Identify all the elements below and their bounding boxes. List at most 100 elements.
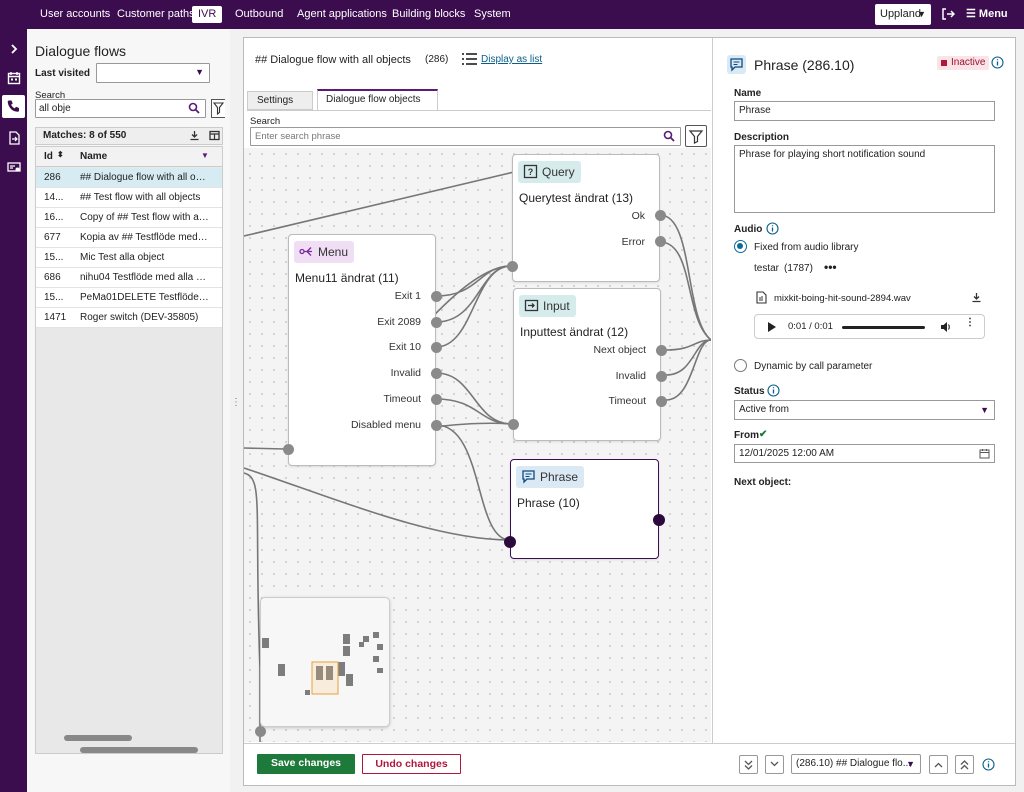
panel-splitter[interactable]: ⋮: [231, 398, 241, 416]
search-icon[interactable]: [188, 102, 200, 114]
info-icon[interactable]: [991, 56, 1004, 69]
input-icon: [524, 299, 539, 312]
info-icon[interactable]: [767, 384, 780, 397]
input-node[interactable]: Input Inputtest ändrat (12) Next object …: [508, 288, 667, 441]
from-date-input[interactable]: 12/01/2025 12:00 AM: [734, 444, 995, 463]
calendar-icon[interactable]: [979, 448, 990, 459]
double-chevron-up-icon[interactable]: [955, 755, 974, 774]
list-icon[interactable]: [461, 52, 479, 66]
search-input[interactable]: all obje: [35, 99, 206, 118]
query-port-in[interactable]: [507, 261, 518, 272]
player-more-icon[interactable]: ⋮: [965, 318, 975, 328]
tab-dialogue-flow-objects[interactable]: Dialogue flow objects: [317, 89, 438, 110]
info-icon[interactable]: [766, 222, 779, 235]
save-changes-button[interactable]: Save changes: [257, 754, 355, 774]
nav-customer-paths[interactable]: Customer paths: [111, 6, 201, 23]
display-as-list-link[interactable]: Display as list: [481, 54, 542, 65]
volume-icon[interactable]: [940, 321, 952, 333]
expand-chevron-icon[interactable]: [2, 37, 25, 60]
chevron-down-icon[interactable]: [765, 755, 784, 774]
horizontal-scrollbar-top[interactable]: [64, 735, 132, 741]
sort-desc-icon[interactable]: ▼: [201, 151, 209, 160]
flow-canvas[interactable]: ? Query Querytest ändrat (13) Ok Error M…: [244, 148, 711, 742]
table-row[interactable]: 1471 Roger switch (DEV-35805): [36, 308, 222, 328]
menu-port-in[interactable]: [283, 444, 294, 455]
more-options-icon[interactable]: •••: [824, 260, 837, 274]
menu-port-exit-2089[interactable]: [431, 317, 442, 328]
double-chevron-down-icon[interactable]: [739, 755, 758, 774]
input-port-timeout[interactable]: [656, 396, 667, 407]
settings-card-icon[interactable]: [2, 155, 25, 178]
download-icon[interactable]: [189, 130, 200, 141]
filter-icon[interactable]: [211, 99, 225, 118]
play-icon[interactable]: [768, 322, 776, 332]
logout-icon[interactable]: [941, 7, 955, 21]
status-select[interactable]: Active from ▼: [734, 400, 995, 420]
row-id: 286: [44, 172, 61, 183]
radio-dynamic-audio[interactable]: [734, 359, 747, 372]
nav-system[interactable]: System: [468, 6, 517, 23]
player-progress[interactable]: [842, 326, 925, 329]
canvas-filter-icon[interactable]: [685, 125, 707, 147]
sort-icon[interactable]: ⬍: [57, 150, 64, 159]
query-node[interactable]: ? Query Querytest ändrat (13) Ok Error: [507, 154, 666, 282]
menu-button[interactable]: ☰ Menu: [966, 6, 1008, 23]
nav-outbound[interactable]: Outbound: [229, 6, 289, 23]
column-id[interactable]: Id: [44, 151, 53, 162]
table-row[interactable]: 15... PeMa01DELETE Testflöde me...: [36, 288, 222, 308]
minimap[interactable]: [260, 597, 390, 727]
input-port-in[interactable]: [508, 419, 519, 430]
menu-port-invalid[interactable]: [431, 368, 442, 379]
table-row[interactable]: 15... Mic Test alla object: [36, 248, 222, 268]
undo-changes-button[interactable]: Undo changes: [362, 754, 461, 774]
audio-file-icon: [756, 291, 767, 304]
search-icon[interactable]: [663, 130, 675, 142]
menu-port-exit-1[interactable]: [431, 291, 442, 302]
chevron-up-icon[interactable]: [929, 755, 948, 774]
object-select-value: (286.10) ## Dialogue flo...: [796, 758, 912, 769]
minimap-port[interactable]: [255, 726, 266, 737]
table-row[interactable]: 286 ## Dialogue flow with all obj...: [36, 168, 222, 188]
description-textarea[interactable]: Phrase for playing short notification so…: [734, 145, 995, 213]
audio-player[interactable]: 0:01 / 0:01 ⋮: [754, 314, 985, 339]
phrase-node[interactable]: Phrase Phrase (10): [504, 459, 665, 559]
menu-port-exit-10[interactable]: [431, 342, 442, 353]
phone-icon[interactable]: [2, 95, 25, 118]
radio-fixed-audio[interactable]: [734, 240, 747, 253]
query-port-ok[interactable]: [655, 210, 666, 221]
tab-settings[interactable]: Settings: [247, 91, 313, 110]
radio-fixed-audio-label: Fixed from audio library: [754, 242, 859, 253]
calendar-icon[interactable]: [2, 66, 25, 89]
left-rail: [0, 29, 27, 792]
svg-text:?: ?: [528, 167, 534, 177]
menu-port-timeout[interactable]: [431, 394, 442, 405]
input-port-next[interactable]: [656, 345, 667, 356]
phrase-port-out[interactable]: [653, 514, 665, 526]
info-icon[interactable]: [982, 758, 995, 771]
region-select[interactable]: Uppland ▼: [875, 4, 931, 25]
menu-node[interactable]: Menu Menu11 ändrat (11) Exit 1 Exit 2089…: [283, 234, 442, 466]
column-name[interactable]: Name: [80, 151, 107, 162]
horizontal-scrollbar[interactable]: [80, 747, 198, 753]
nav-ivr[interactable]: IVR: [192, 6, 223, 23]
phrase-port-in[interactable]: [504, 536, 516, 548]
table-row[interactable]: 14... ## Test flow with all objects: [36, 188, 222, 208]
row-name: ## Dialogue flow with all obj...: [80, 172, 210, 183]
document-in-icon[interactable]: [2, 126, 25, 149]
last-visited-select[interactable]: ▼: [96, 63, 210, 83]
canvas-search-input[interactable]: Enter search phrase: [250, 127, 681, 146]
object-select[interactable]: (286.10) ## Dialogue flo... ▼: [791, 754, 921, 774]
query-port-error[interactable]: [655, 236, 666, 247]
nav-agent-applications[interactable]: Agent applications: [291, 6, 393, 23]
download-icon[interactable]: [971, 292, 982, 303]
columns-icon[interactable]: [209, 130, 220, 141]
name-input[interactable]: Phrase: [734, 101, 995, 121]
table-row[interactable]: 677 Kopia av ## Testflöde med al...: [36, 228, 222, 248]
table-row[interactable]: 686 nihu04 Testflöde med alla obj...: [36, 268, 222, 288]
nav-user-accounts[interactable]: User accounts: [34, 6, 116, 23]
input-port-invalid[interactable]: [656, 371, 667, 382]
nav-building-blocks[interactable]: Building blocks: [386, 6, 471, 23]
audio-label: Audio: [734, 224, 763, 235]
menu-port-disabled[interactable]: [431, 420, 442, 431]
table-row[interactable]: 16... Copy of ## Test flow with all ...: [36, 208, 222, 228]
